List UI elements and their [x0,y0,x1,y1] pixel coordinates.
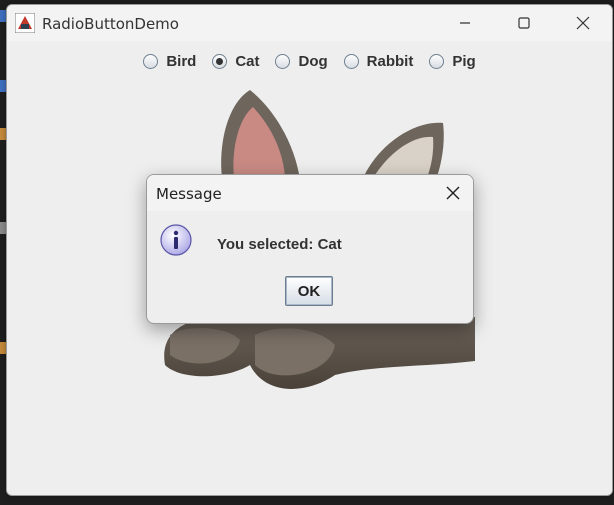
radio-indicator[interactable] [343,54,359,69]
radio-label: Rabbit [366,53,414,70]
close-icon[interactable] [571,11,595,35]
radio-pig[interactable]: Pig [429,53,476,70]
ok-button[interactable]: OK [285,276,333,306]
close-icon[interactable] [443,183,463,203]
radio-indicator-selected[interactable] [212,54,228,69]
radio-dog[interactable]: Dog [275,53,328,70]
radio-indicator[interactable] [429,54,445,69]
radio-indicator[interactable] [275,54,291,69]
dialog-title-bar[interactable]: Message [147,175,473,211]
minimize-icon[interactable] [453,11,477,35]
radio-rabbit[interactable]: Rabbit [343,53,414,70]
maximize-icon[interactable] [512,11,536,35]
radio-label: Pig [452,53,476,70]
radio-cat[interactable]: Cat [212,53,259,70]
window-title: RadioButtonDemo [42,15,179,33]
java-app-icon [15,13,35,33]
title-bar[interactable]: RadioButtonDemo [7,5,612,41]
radio-indicator[interactable] [143,54,159,69]
radio-bird[interactable]: Bird [143,53,196,70]
radio-label: Bird [166,53,197,70]
radio-label: Dog [298,53,328,70]
dialog-message: You selected: Cat [217,236,342,253]
info-icon [160,224,192,256]
dialog-title: Message [156,185,222,203]
message-dialog: Message You selected: Cat OK [146,174,474,324]
radio-label: Cat [235,53,260,70]
radio-button-group: Bird Cat Dog Rabbit Pig [7,53,612,70]
